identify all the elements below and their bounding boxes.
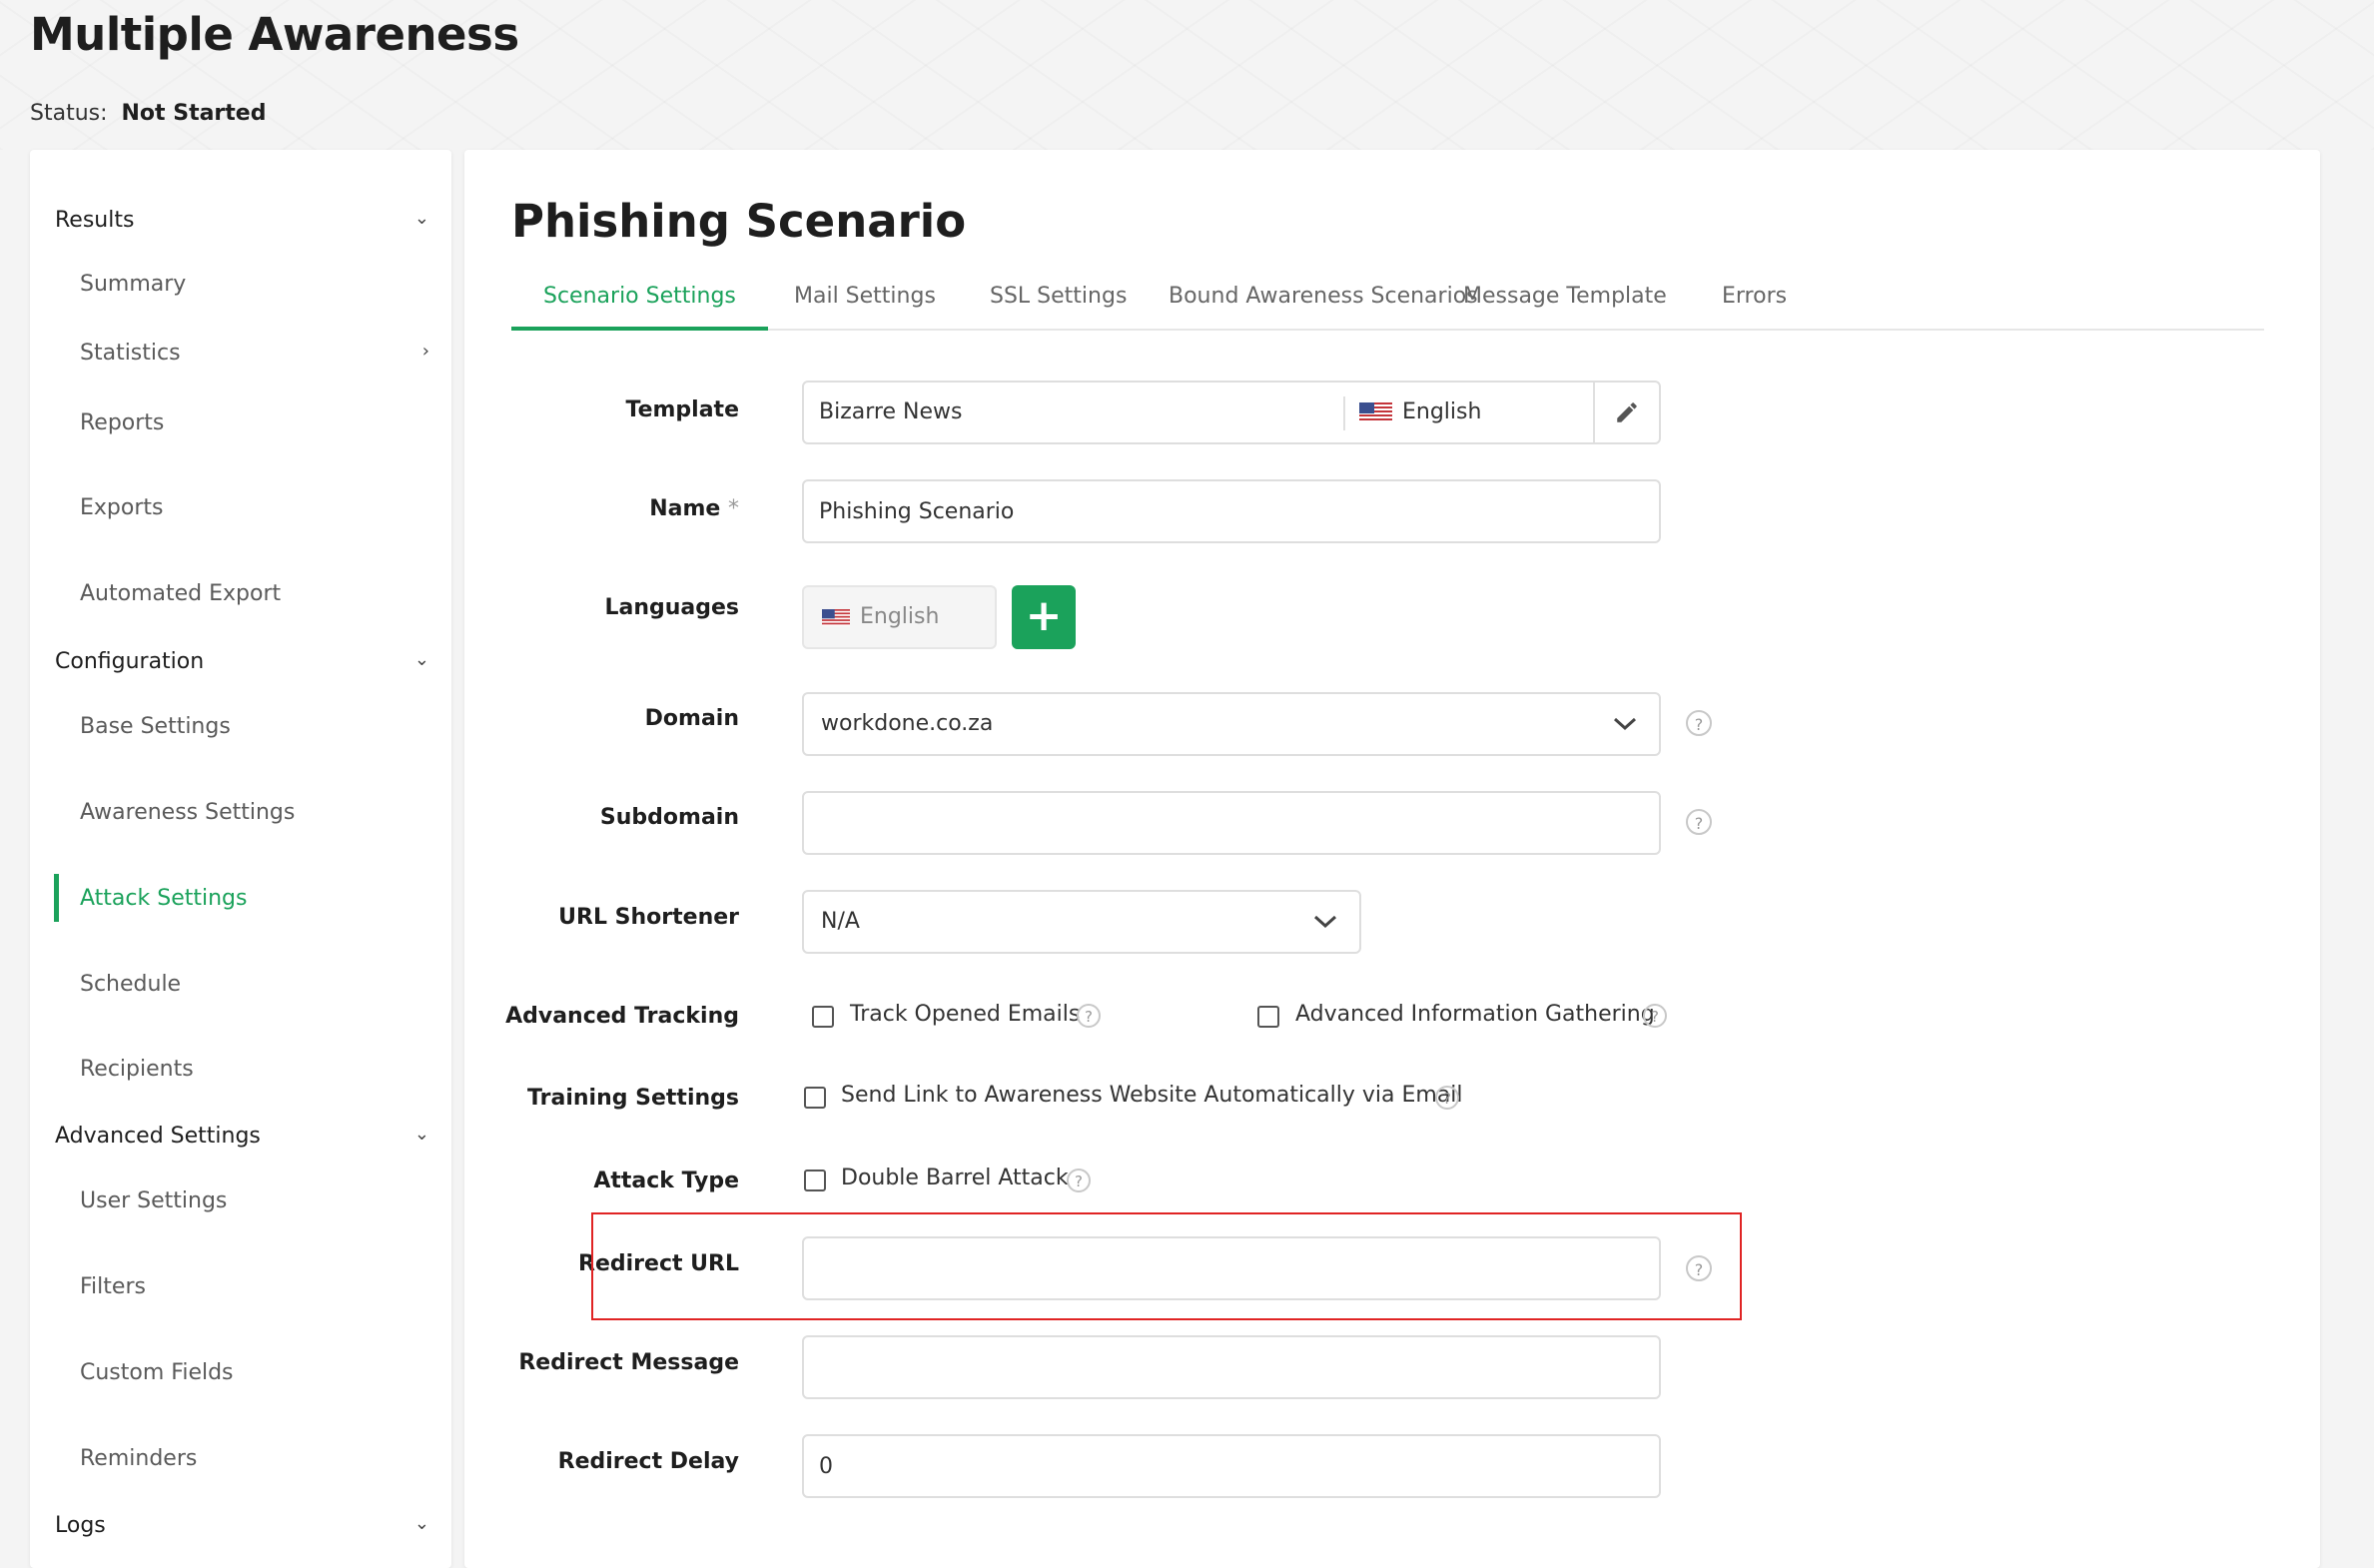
help-icon[interactable]: ?	[1077, 1004, 1101, 1028]
template-language[interactable]: English	[1359, 399, 1481, 424]
advanced-tracking-label: Advanced Tracking	[505, 1004, 739, 1029]
chevron-down-icon	[1613, 717, 1637, 731]
url-shortener-value: N/A	[821, 909, 860, 934]
main-panel: Phishing Scenario Scenario Settings Mail…	[464, 150, 2320, 1568]
template-field[interactable]: Bizarre News English	[802, 381, 1661, 444]
status-line: Status: Not Started	[30, 101, 266, 126]
url-shortener-label: URL Shortener	[558, 905, 739, 930]
domain-select[interactable]: workdone.co.za	[802, 692, 1661, 756]
redirect-message-label: Redirect Message	[518, 1350, 739, 1375]
tab-errors[interactable]: Errors	[1690, 277, 1819, 327]
domain-label: Domain	[644, 706, 739, 731]
name-input-field[interactable]	[804, 481, 1659, 541]
add-language-button[interactable]: +	[1012, 585, 1076, 649]
chevron-right-icon: ›	[421, 341, 429, 362]
required-mark: *	[728, 496, 739, 521]
sidebar-group-label: Advanced Settings	[55, 1124, 261, 1149]
training-settings-label: Training Settings	[527, 1086, 739, 1111]
redirect-url-highlight-box	[591, 1212, 1742, 1320]
status-label: Status:	[30, 101, 108, 126]
advanced-info-gathering-label: Advanced Information Gathering	[1295, 1002, 1655, 1027]
redirect-message-input-field[interactable]	[804, 1337, 1659, 1397]
sidebar-item-label: Schedule	[80, 972, 182, 997]
help-icon[interactable]: ?	[1067, 1169, 1091, 1192]
help-icon[interactable]: ?	[1686, 809, 1712, 835]
tab-scenario-settings[interactable]: Scenario Settings	[511, 277, 768, 331]
sidebar-item-label: Automated Export	[80, 581, 282, 606]
tab-message-template[interactable]: Message Template	[1431, 277, 1699, 327]
track-opened-emails-label: Track Opened Emails	[850, 1002, 1081, 1027]
sidebar-group-label: Configuration	[55, 649, 205, 674]
edit-template-button[interactable]	[1593, 383, 1659, 442]
language-chip-content: English	[822, 604, 939, 629]
sidebar-item-label: Awareness Settings	[80, 800, 296, 825]
domain-value: workdone.co.za	[821, 711, 994, 736]
chevron-down-icon: ⌄	[413, 1513, 429, 1534]
redirect-delay-input[interactable]	[802, 1434, 1661, 1498]
attack-type-label: Attack Type	[593, 1169, 739, 1193]
double-barrel-checkbox[interactable]	[804, 1170, 826, 1191]
double-barrel-label: Double Barrel Attack	[841, 1166, 1069, 1190]
template-language-label: English	[1402, 399, 1482, 424]
help-icon[interactable]: ?	[1686, 710, 1712, 736]
chevron-down-icon: ⌄	[413, 649, 429, 670]
subdomain-input[interactable]	[802, 791, 1661, 855]
divider	[1343, 396, 1345, 430]
template-value: Bizarre News	[819, 399, 963, 424]
sidebar-item-label: Attack Settings	[80, 886, 248, 911]
page-title: Multiple Awareness	[30, 8, 519, 61]
chevron-down-icon: ⌄	[413, 1124, 429, 1145]
scenario-title: Phishing Scenario	[511, 195, 967, 248]
subdomain-input-field[interactable]	[804, 793, 1659, 853]
advanced-info-gathering-checkbox[interactable]	[1257, 1006, 1279, 1028]
name-label-text: Name	[649, 496, 721, 521]
sidebar-item-label: User Settings	[80, 1188, 228, 1213]
sidebar-item-label: Statistics	[80, 341, 181, 366]
template-label: Template	[625, 397, 739, 422]
sidebar-item-label: Summary	[80, 272, 187, 297]
redirect-delay-label: Redirect Delay	[557, 1449, 739, 1474]
sidebar-item-label: Base Settings	[80, 714, 231, 739]
sidebar-group-label: Results	[55, 208, 135, 233]
help-icon[interactable]: ?	[1435, 1086, 1459, 1110]
url-shortener-select[interactable]: N/A	[802, 890, 1361, 954]
chevron-down-icon: ⌄	[413, 208, 429, 229]
chevron-down-icon	[1313, 915, 1337, 929]
sidebar-item-label: Reports	[80, 410, 165, 435]
redirect-delay-input-field[interactable]	[804, 1436, 1659, 1496]
send-link-checkbox[interactable]	[804, 1087, 826, 1109]
tab-ssl-settings[interactable]: SSL Settings	[958, 277, 1159, 327]
pencil-icon	[1617, 402, 1637, 422]
tab-mail-settings[interactable]: Mail Settings	[762, 277, 968, 327]
tab-bar: Scenario Settings Mail Settings SSL Sett…	[511, 277, 2264, 331]
subdomain-label: Subdomain	[599, 805, 739, 830]
send-link-label: Send Link to Awareness Website Automatic…	[841, 1083, 1463, 1108]
us-flag-icon	[822, 608, 850, 626]
redirect-message-input[interactable]	[802, 1335, 1661, 1399]
name-input[interactable]	[802, 479, 1661, 543]
status-value: Not Started	[121, 101, 267, 126]
language-chip-label: English	[860, 604, 940, 629]
language-chip[interactable]: English	[802, 585, 997, 649]
track-opened-emails-checkbox[interactable]	[812, 1006, 834, 1028]
languages-label: Languages	[604, 595, 739, 620]
us-flag-icon	[1359, 402, 1392, 422]
sidebar: Results ⌄ Summary Statistics › Reports Ex…	[30, 150, 451, 1568]
sidebar-item-label: Recipients	[80, 1057, 194, 1082]
sidebar-item-label: Exports	[80, 495, 164, 520]
sidebar-item-label: Custom Fields	[80, 1360, 234, 1385]
help-icon[interactable]: ?	[1643, 1004, 1667, 1028]
sidebar-item-label: Filters	[80, 1274, 146, 1299]
sidebar-item-label: Reminders	[80, 1446, 198, 1471]
name-label: Name *	[649, 496, 739, 521]
sidebar-group-label: Logs	[55, 1513, 106, 1538]
